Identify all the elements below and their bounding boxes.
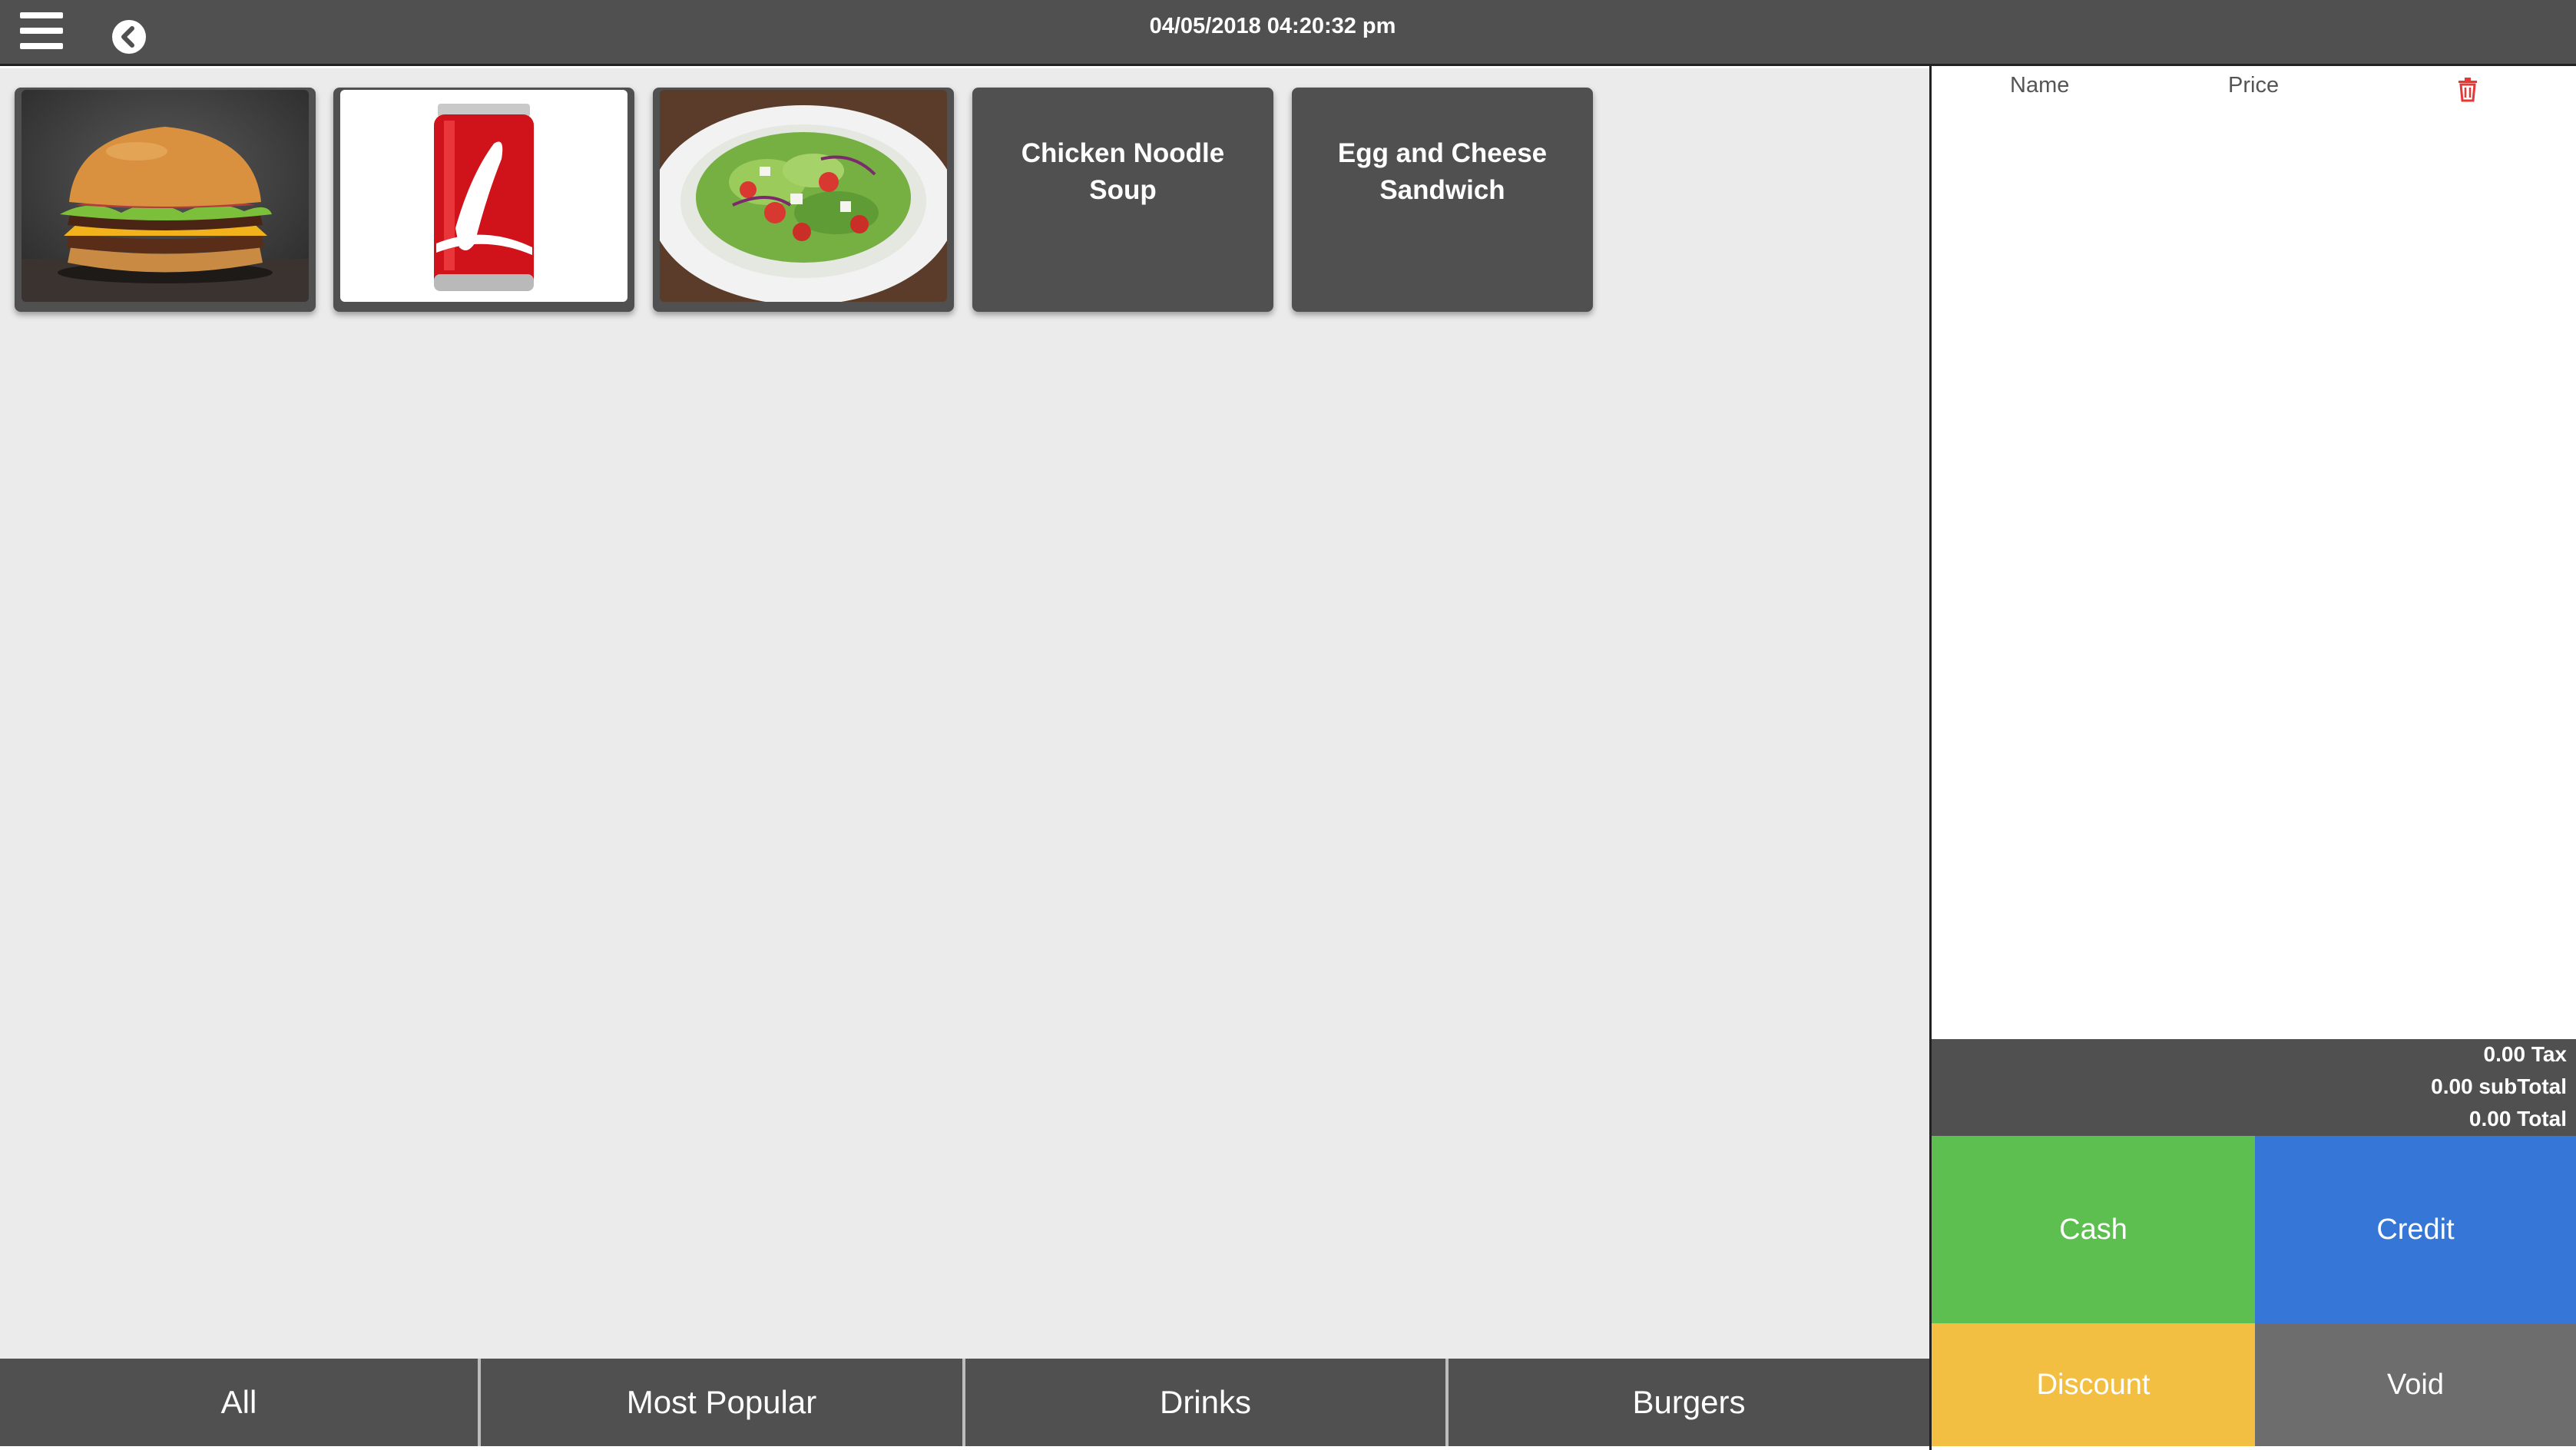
- product-grid: Chicken Noodle Soup Egg and Cheese Sandw…: [0, 68, 1929, 1359]
- current-datetime: 04/05/2018 04:20:32 pm: [1149, 14, 1396, 38]
- top-bar: 04/05/2018 04:20:32 pm: [0, 0, 2576, 66]
- trash-icon[interactable]: [2457, 78, 2478, 102]
- price-column-header: Price: [2228, 73, 2280, 98]
- category-bar: All Most Popular Drinks Burgers: [0, 1359, 1929, 1446]
- credit-button[interactable]: Credit: [2255, 1136, 2576, 1323]
- discount-button[interactable]: Discount: [1932, 1323, 2255, 1446]
- cash-button[interactable]: Cash: [1932, 1136, 2255, 1323]
- totals-panel: 0.00 Tax 0.00 subTotal 0.00 Total: [1932, 1039, 2576, 1136]
- burger-image: [22, 90, 309, 302]
- product-tile-burger[interactable]: [15, 88, 316, 312]
- category-tab-burgers[interactable]: Burgers: [1449, 1359, 1929, 1446]
- order-panel: Name Price: [1932, 68, 2576, 1039]
- void-button[interactable]: Void: [2255, 1323, 2576, 1446]
- category-tab-drinks[interactable]: Drinks: [965, 1359, 1445, 1446]
- product-tile-cola[interactable]: [333, 88, 634, 312]
- category-tab-all[interactable]: All: [0, 1359, 478, 1446]
- product-name: Chicken Noodle Soup: [1021, 138, 1225, 205]
- tax-total: 0.00 Tax: [2483, 1042, 2567, 1066]
- product-tile-chicken-noodle-soup[interactable]: Chicken Noodle Soup: [972, 88, 1273, 312]
- subtotal: 0.00 subTotal: [2431, 1074, 2567, 1098]
- category-tab-most-popular[interactable]: Most Popular: [481, 1359, 962, 1446]
- product-name: Egg and Cheese Sandwich: [1337, 138, 1548, 205]
- salad-image: [660, 90, 947, 302]
- grand-total: 0.00 Total: [2468, 1107, 2567, 1131]
- cola-can-image: [340, 90, 627, 302]
- name-column-header: Name: [2010, 73, 2070, 98]
- product-tile-egg-cheese-sandwich[interactable]: Egg and Cheese Sandwich: [1292, 88, 1593, 312]
- product-tile-salad[interactable]: [653, 88, 954, 312]
